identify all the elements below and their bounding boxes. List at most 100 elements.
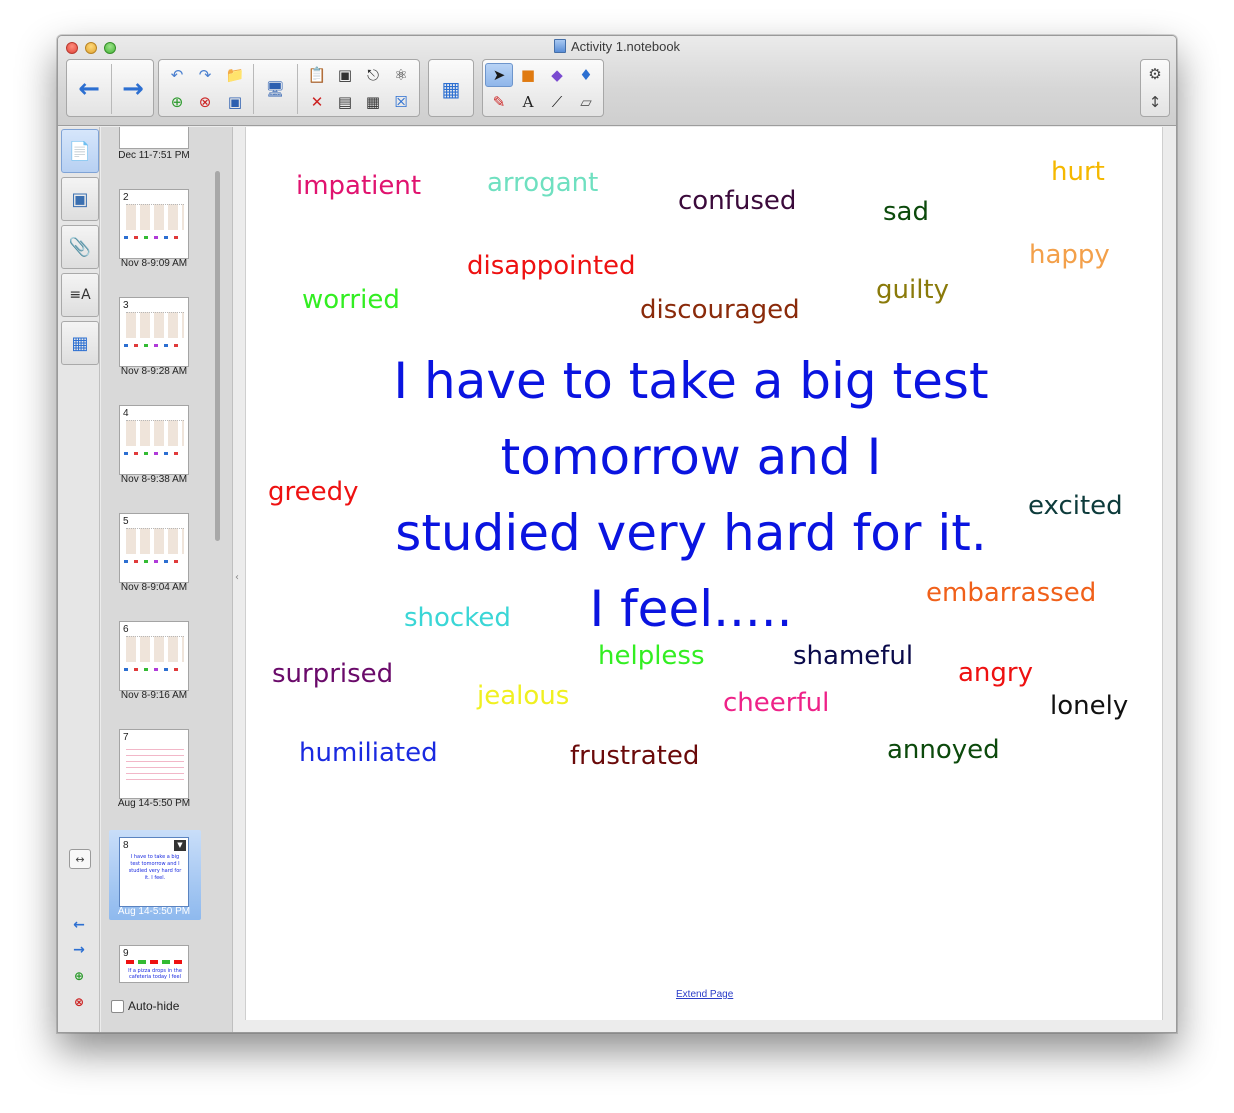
delete-button[interactable]: ✕	[303, 90, 331, 114]
open-file-button[interactable]: 📁	[221, 63, 249, 87]
emotion-word[interactable]: frustrated	[570, 741, 699, 771]
delete-page-icon: ⊗	[198, 93, 212, 111]
tab-properties[interactable]: ≡A	[61, 273, 99, 317]
undo-icon: ↶	[170, 66, 184, 84]
insert-table-button[interactable]: ▦	[359, 90, 387, 114]
shapes-tool-button[interactable]: ■	[514, 63, 542, 87]
thumbnail-word-lines	[126, 744, 184, 780]
puzzle-icon: ▦	[71, 332, 89, 354]
page-thumbnail-4[interactable]: 4	[119, 405, 189, 475]
emotion-word[interactable]: confused	[678, 186, 796, 216]
page-thumbnail-label: Nov 8-9:38 AM	[120, 474, 188, 485]
fill-tool-button[interactable]: ♦	[572, 63, 600, 87]
emotion-word[interactable]: discouraged	[640, 295, 800, 325]
page-thumbnail-8[interactable]: 8 ▼ I have to take a big test tomorrow a…	[119, 837, 189, 907]
arrow-right-icon: →	[73, 942, 85, 958]
thumbnail-color-dots	[124, 560, 184, 563]
title-bar: Activity 1.notebook ← → ↶ ↷ 📁 ⊕ ⊗ ▣ 🖥 📋 …	[58, 36, 1176, 126]
tab-gallery[interactable]: ▣	[61, 177, 99, 221]
add-page-mini-button[interactable]: ⊕	[70, 967, 88, 985]
page-thumbnail-7[interactable]: 7	[119, 729, 189, 799]
emotion-word[interactable]: jealous	[477, 681, 569, 711]
main-tools-group: ↶ ↷ 📁 ⊕ ⊗ ▣ 🖥 📋 ▣ ⎋ ⚛ ✕ ▤ ▦ ☒	[158, 59, 420, 117]
panel-splitter[interactable]: ‹	[235, 572, 239, 583]
whiteboard-canvas[interactable]: impatient arrogant confused sad hurt dis…	[245, 127, 1163, 1020]
page-thumbnail-1[interactable]	[119, 127, 189, 149]
eraser-highlighter-button[interactable]: ◆	[543, 63, 571, 87]
text-a-icon: A	[522, 93, 534, 111]
extend-page-link[interactable]: Extend Page	[676, 989, 733, 1000]
emotion-word[interactable]: guilty	[876, 275, 949, 305]
document-camera-icon: ⎋	[367, 66, 379, 84]
next-page-button[interactable]: →	[119, 74, 147, 104]
emotion-word[interactable]: worried	[302, 285, 400, 315]
previous-page-mini-button[interactable]: ←	[70, 916, 88, 934]
emotion-word[interactable]: lonely	[1050, 691, 1128, 721]
add-page-button[interactable]: ⊕	[163, 90, 191, 114]
undo-button[interactable]: ↶	[163, 63, 191, 87]
emotion-word[interactable]: surprised	[272, 659, 393, 689]
emotion-word[interactable]: arrogant	[487, 168, 598, 198]
screen-shade-button[interactable]: ▤	[331, 90, 359, 114]
add-ons-button[interactable]: ▦	[437, 77, 465, 101]
emotion-word[interactable]: sad	[883, 197, 929, 227]
page-thumbnail-6[interactable]: 6	[119, 621, 189, 691]
delete-page-mini-button[interactable]: ⊗	[70, 993, 88, 1011]
page-thumbnail-9[interactable]: 9 If a pizza drops in the cafeteria toda…	[119, 945, 189, 983]
select-tool-button[interactable]: ➤	[485, 63, 513, 87]
text-tool-button[interactable]: A	[514, 90, 542, 114]
previous-page-button[interactable]: ←	[75, 74, 103, 104]
auto-hide-option[interactable]: Auto-hide	[111, 999, 179, 1013]
page-icon: 📄	[68, 140, 92, 162]
save-button[interactable]: ▣	[221, 90, 249, 114]
page-thumbnail-label: Aug 14-5:50 PM	[117, 798, 191, 809]
fill-bucket-icon: ♦	[579, 66, 593, 84]
emotion-word[interactable]: hurt	[1051, 157, 1105, 187]
page-menu-dropdown[interactable]: ▼	[174, 840, 186, 851]
delete-page-button[interactable]: ⊗	[191, 90, 219, 114]
emotion-word[interactable]: excited	[1028, 491, 1123, 521]
close-view-button[interactable]: ☒	[387, 90, 415, 114]
page-thumbnail-label: Dec 11-7:51 PM	[118, 150, 190, 161]
emotion-word[interactable]: cheerful	[723, 688, 829, 718]
toolbar-position-button[interactable]: ↕	[1141, 90, 1169, 114]
emotion-word[interactable]: impatient	[296, 171, 421, 201]
paste-button[interactable]: 📋	[303, 63, 331, 87]
properties-icon: ≡A	[69, 287, 91, 303]
prompt-text[interactable]: I have to take a big test tomorrow and I…	[341, 343, 1041, 647]
emotion-word[interactable]: angry	[958, 658, 1033, 688]
document-camera-button[interactable]: ⎋	[359, 63, 387, 87]
eraser-tool-button[interactable]: ▱	[572, 90, 600, 114]
display-screen-button[interactable]: 🖥	[261, 77, 289, 101]
tab-add-ons[interactable]: ▦	[61, 321, 99, 365]
tab-attachments[interactable]: 📎	[61, 225, 99, 269]
line-icon: ⟋	[551, 93, 563, 111]
screen-capture-button[interactable]: ▣	[331, 63, 359, 87]
document-icon	[553, 39, 566, 53]
left-right-arrows-icon: ↔	[75, 852, 85, 866]
emotion-word[interactable]: happy	[1029, 240, 1110, 270]
tab-page-sorter[interactable]: 📄	[61, 129, 99, 173]
sidebar-width-toggle[interactable]: ↔	[69, 849, 91, 869]
emotion-word[interactable]: disappointed	[467, 251, 636, 281]
delete-page-icon: ⊗	[73, 995, 85, 1009]
save-icon: ▣	[227, 93, 243, 111]
emotion-word[interactable]: humiliated	[299, 738, 438, 768]
page-sorter-scrollbar[interactable]	[215, 171, 220, 541]
redo-button[interactable]: ↷	[191, 63, 219, 87]
page-thumbnail-3[interactable]: 3	[119, 297, 189, 367]
spellcheck-button[interactable]: ⚛	[387, 63, 415, 87]
page-thumbnail-5[interactable]: 5	[119, 513, 189, 583]
emotion-word[interactable]: annoyed	[887, 735, 1000, 765]
auto-hide-checkbox[interactable]	[111, 999, 124, 1013]
clipboard-icon: 📋	[307, 66, 327, 84]
next-page-mini-button[interactable]: →	[70, 941, 88, 959]
page-number: 7	[123, 732, 129, 743]
chevron-down-icon: ▼	[177, 841, 183, 849]
line-tool-button[interactable]: ⟋	[543, 90, 571, 114]
settings-button[interactable]: ⚙	[1141, 62, 1169, 86]
page-thumbnail-2[interactable]: 2	[119, 189, 189, 259]
up-down-arrows-icon: ↕	[1148, 93, 1162, 111]
pens-tool-button[interactable]: ✎	[485, 90, 513, 114]
page-number: 5	[123, 516, 129, 527]
